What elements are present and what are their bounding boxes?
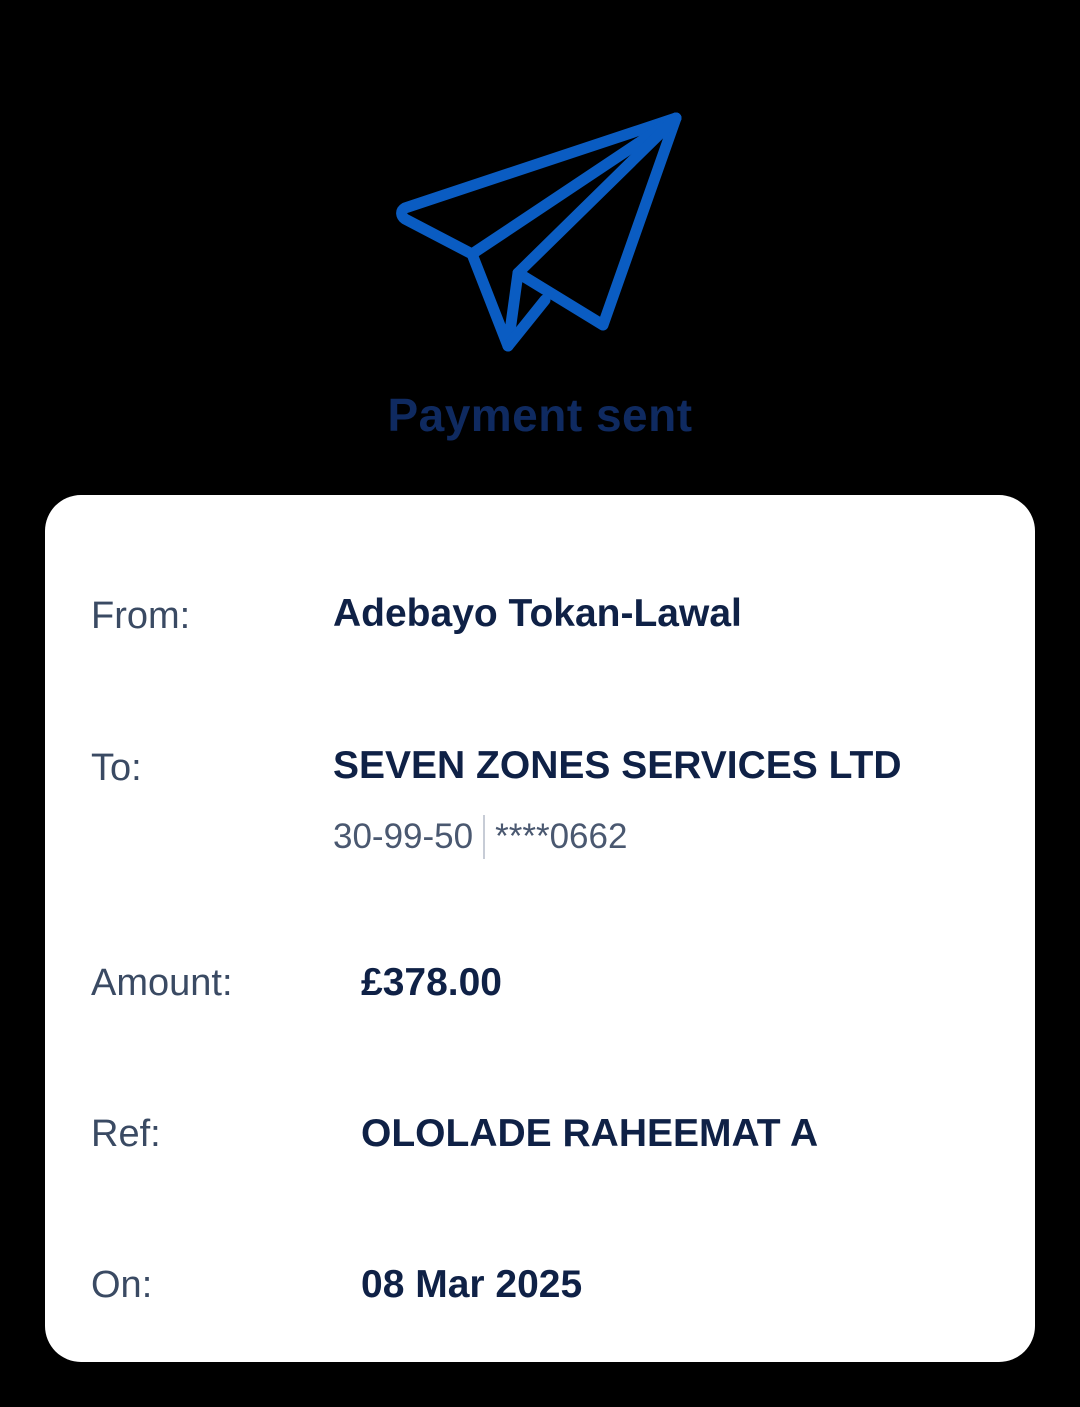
ref-label: Ref:: [91, 1113, 161, 1155]
from-label: From:: [91, 595, 191, 637]
ref-value: OLOLADE RAHEEMAT A: [361, 1112, 819, 1155]
date-label: On:: [91, 1264, 153, 1306]
divider: [483, 815, 486, 859]
to-value: SEVEN ZONES SERVICES LTD: [333, 744, 902, 787]
amount-label: Amount:: [91, 962, 233, 1004]
page-title: Payment sent: [387, 389, 693, 441]
paper-plane-icon: [396, 112, 682, 352]
amount-value: £378.00: [361, 961, 502, 1004]
sort-code: 30-99-50: [333, 817, 474, 856]
to-label: To:: [91, 747, 142, 789]
payment-details-card: From: Adebayo Tokan-Lawal To: SEVEN ZONE…: [45, 495, 1035, 1362]
from-value: Adebayo Tokan-Lawal: [333, 592, 742, 635]
date-value: 08 Mar 2025: [361, 1263, 583, 1306]
account-number: ****0662: [495, 817, 628, 856]
account-details: 30-99-50 ****0662: [333, 815, 627, 859]
